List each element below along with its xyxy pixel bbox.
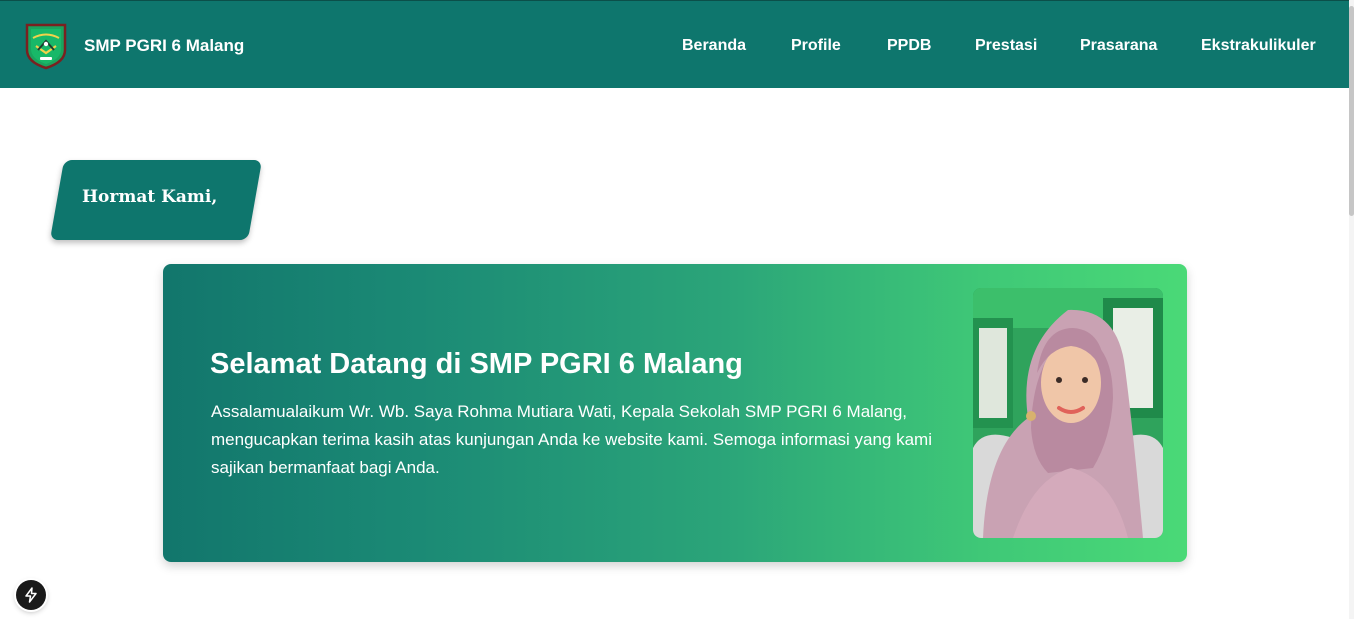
page-scrollbar[interactable]	[1349, 0, 1354, 619]
principal-photo	[973, 288, 1163, 538]
top-navbar: SMP PGRI 6 Malang Beranda Profile PPDB P…	[0, 0, 1349, 88]
scrollbar-thumb[interactable]	[1349, 6, 1354, 216]
nav-link-prestasi[interactable]: Prestasi	[975, 36, 1037, 56]
welcome-title: Selamat Datang di SMP PGRI 6 Malang	[210, 348, 743, 380]
nav-link-profile[interactable]: Profile	[791, 36, 841, 56]
welcome-card: Selamat Datang di SMP PGRI 6 Malang Assa…	[163, 264, 1187, 562]
school-logo-icon[interactable]	[23, 22, 69, 70]
welcome-message: Assalamualaikum Wr. Wb. Saya Rohma Mutia…	[211, 402, 932, 477]
nav-link-ekstrakulikuler[interactable]: Ekstrakulikuler	[1201, 36, 1316, 56]
nav-link-beranda[interactable]: Beranda	[682, 36, 746, 56]
lightning-bolt-icon	[25, 587, 37, 603]
nav-link-prasarana[interactable]: Prasarana	[1080, 36, 1157, 56]
brand-name[interactable]: SMP PGRI 6 Malang	[84, 36, 244, 56]
section-badge-label: Hormat Kami,	[82, 187, 218, 207]
quick-action-button[interactable]	[16, 580, 46, 610]
nav-link-ppdb[interactable]: PPDB	[887, 36, 931, 56]
